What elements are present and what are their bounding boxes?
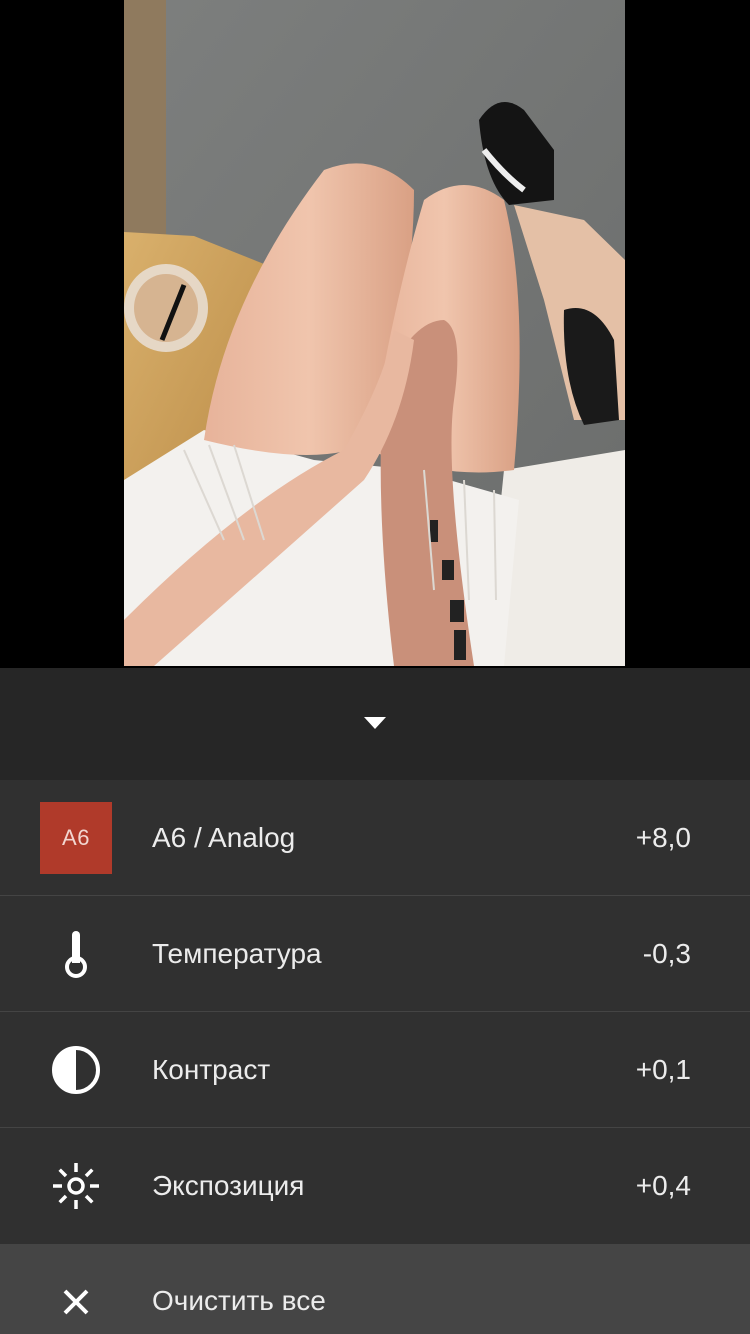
edit-row-temperature[interactable]: Температура -0,3	[0, 896, 750, 1012]
edit-row-preset[interactable]: A6 A6 / Analog +8,0	[0, 780, 750, 896]
photo-preview-area	[0, 0, 750, 668]
edit-label: A6 / Analog	[152, 822, 296, 853]
photo-preview[interactable]	[124, 0, 625, 666]
edit-label: Контраст	[152, 1054, 271, 1085]
clear-all-button[interactable]: Очистить все	[0, 1244, 750, 1334]
edit-value: +0,1	[635, 1054, 691, 1085]
clear-all-label: Очистить все	[152, 1285, 326, 1316]
collapse-panel-button[interactable]	[355, 706, 395, 740]
photo-image	[124, 0, 625, 666]
edit-row-exposure[interactable]: Экспозиция +0,4	[0, 1128, 750, 1244]
preset-badge: A6	[40, 802, 112, 874]
edit-label: Экспозиция	[152, 1170, 305, 1201]
edit-value: -0,3	[642, 938, 691, 969]
edit-row-contrast[interactable]: Контраст +0,1	[0, 1012, 750, 1128]
thermometer-icon	[40, 918, 112, 990]
edit-value: +0,4	[635, 1170, 691, 1201]
edit-label: Температура	[152, 938, 322, 969]
close-icon	[40, 1266, 112, 1334]
exposure-icon	[40, 1150, 112, 1222]
preset-badge-text: A6	[62, 825, 90, 850]
photo-editor-screen: A6 A6 / Analog +8,0 Температура -0,3 Кон…	[0, 0, 750, 1334]
caret-down-icon	[364, 717, 386, 729]
edit-value: +8,0	[635, 822, 691, 853]
contrast-icon	[40, 1034, 112, 1106]
edit-history-list: A6 A6 / Analog +8,0 Температура -0,3 Кон…	[0, 780, 750, 1244]
